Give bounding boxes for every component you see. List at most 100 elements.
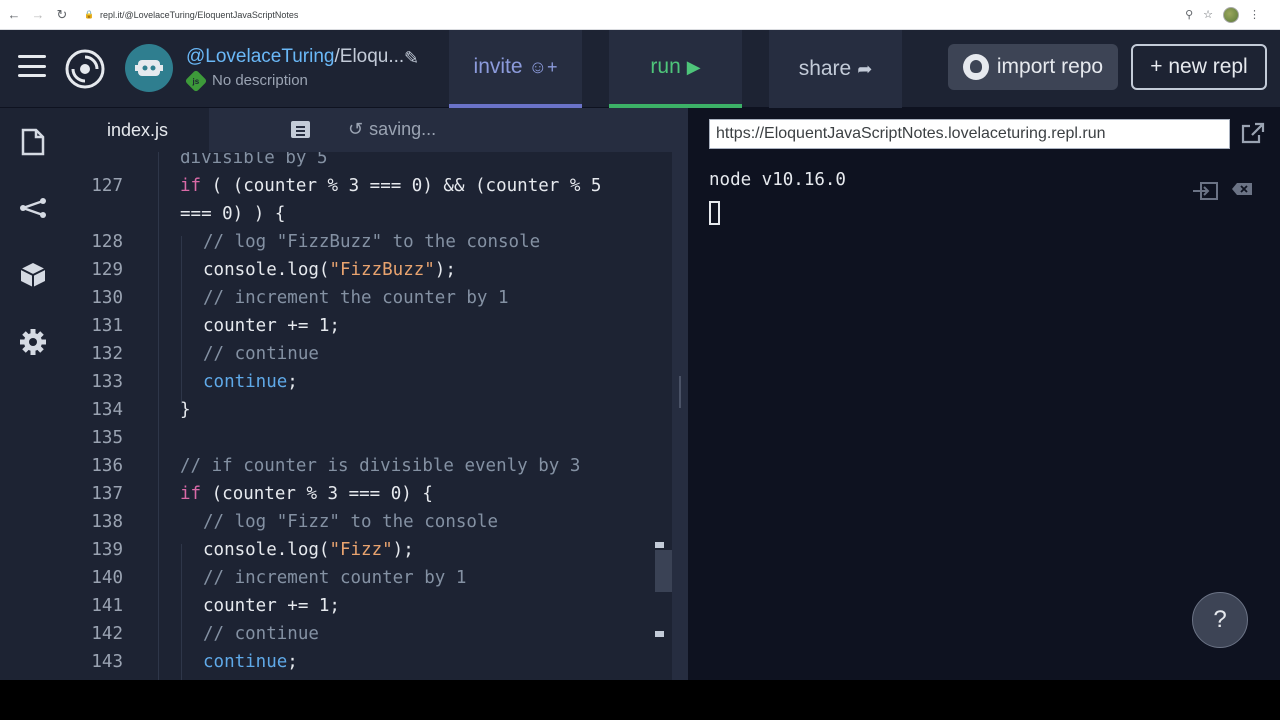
code-line: 128 // log "FizzBuzz" to the console (66, 228, 656, 256)
saving-label: saving... (369, 119, 437, 139)
code-line: 135 (66, 424, 656, 452)
sidebar (0, 108, 66, 680)
code-text: // log "FizzBuzz" to the console (203, 232, 541, 252)
line-number: 136 (91, 456, 123, 476)
code-expr: ; (287, 372, 298, 392)
clear-console-icon[interactable] (1192, 182, 1218, 200)
forward-icon[interactable]: → (28, 5, 48, 25)
code-line: 138 // log "Fizz" to the console (66, 508, 656, 536)
code-text: // increment counter by 1 (203, 568, 467, 588)
address-url: repl.it/@LovelaceTuring/EloquentJavaScri… (99, 9, 299, 20)
lock-icon: 🔒 (84, 10, 94, 19)
play-icon: ▶ (686, 56, 701, 77)
code-text: } (180, 400, 191, 420)
code-text: console.log("Fizz"); (203, 536, 414, 564)
file-tree-icon[interactable] (291, 121, 310, 138)
user-avatar[interactable] (125, 44, 173, 92)
code-text: // continue (203, 624, 319, 644)
line-number: 140 (91, 568, 123, 588)
line-number: 127 (91, 176, 123, 196)
run-label: run (650, 55, 681, 78)
invite-button[interactable]: invite ☺+ (449, 30, 582, 108)
code-line: 131 counter += 1; (66, 312, 656, 340)
hamburger-menu-icon[interactable] (18, 55, 46, 77)
code-text: === 0) ) { (180, 204, 286, 224)
editor-scrollbar-thumb[interactable] (655, 550, 673, 592)
code-expr: ( (counter % 3 === 0) && (counter % 5 (211, 176, 602, 196)
line-number: 138 (91, 512, 123, 532)
code-text: // increment the counter by 1 (203, 288, 509, 308)
files-icon[interactable] (17, 126, 49, 158)
code-line: 127 if ( (counter % 3 === 0) && (counter … (66, 172, 656, 200)
replit-logo[interactable] (64, 48, 106, 90)
line-number: 132 (91, 344, 123, 364)
console-output: node v10.16.0 (709, 170, 846, 190)
preview-url-field[interactable]: https://EloquentJavaScriptNotes.lovelace… (709, 119, 1230, 149)
address-bar[interactable]: 🔒 repl.it/@LovelaceTuring/EloquentJavaSc… (84, 10, 298, 20)
profile-avatar[interactable] (1223, 6, 1239, 23)
code-line: 130 // increment the counter by 1 (66, 284, 656, 312)
open-external-icon[interactable] (1241, 122, 1267, 146)
code-text: divisible by 5 (180, 152, 328, 168)
keyword: continue (203, 372, 288, 392)
settings-gear-icon[interactable] (17, 326, 49, 358)
code-line: 134} (66, 396, 656, 424)
line-number: 137 (91, 484, 123, 504)
line-number: 135 (91, 428, 123, 448)
menu-dots-icon[interactable]: ⋮ (1249, 8, 1260, 21)
import-repo-button[interactable]: import repo (948, 44, 1118, 90)
repl-description[interactable]: js No description (184, 69, 308, 92)
scroll-marker (655, 631, 664, 637)
repl-owner[interactable]: @LovelaceTuring (186, 46, 335, 67)
packages-icon[interactable] (17, 259, 49, 291)
repl-name: /Eloqu... (334, 46, 405, 67)
code-text: // continue (203, 344, 319, 364)
run-button[interactable]: run ▶ (609, 30, 742, 108)
string-literal: "FizzBuzz" (329, 260, 435, 280)
share-label: share (798, 57, 852, 80)
code-expr: ; (287, 652, 298, 672)
invite-label: invite (473, 55, 523, 78)
code-line: 137 if (counter % 3 === 0) { (66, 480, 656, 508)
code-line: 141 counter += 1; (66, 592, 656, 620)
line-number: 133 (91, 372, 123, 392)
back-icon[interactable]: ← (4, 5, 24, 25)
line-number: 129 (91, 260, 123, 280)
zoom-icon[interactable]: ⚲ (1185, 8, 1193, 21)
repl-title[interactable]: @LovelaceTuring/Eloqu... (186, 46, 404, 68)
edit-pencil-icon[interactable]: ✎ (404, 48, 419, 69)
reload-icon[interactable]: ↻ (52, 5, 72, 25)
code-text: // log "Fizz" to the console (203, 512, 499, 532)
resize-handle[interactable] (679, 376, 681, 408)
file-tab-index[interactable]: index.js (66, 108, 209, 152)
code-expr: ); (392, 540, 414, 560)
new-repl-button[interactable]: + new repl (1131, 44, 1267, 90)
code-expr: console.log( (203, 540, 330, 560)
code-line: 132 // continue (66, 340, 656, 368)
code-expr: (counter % 3 === 0) { (211, 484, 433, 504)
code-line: 133 continue; (66, 368, 656, 396)
editor-tab-bar: index.js ↺ saving... (66, 108, 672, 152)
letterbox-bar (0, 680, 1280, 720)
share-icon: ➦ (857, 58, 873, 79)
line-number: 141 (91, 596, 123, 616)
version-control-icon[interactable] (17, 192, 49, 224)
code-line: 142 // continue (66, 620, 656, 648)
new-repl-label: + new repl (1150, 55, 1248, 78)
code-line: 136 // if counter is divisible evenly by … (66, 452, 656, 480)
github-icon (962, 54, 989, 80)
code-text: console.log("FizzBuzz"); (203, 256, 456, 284)
share-button[interactable]: share ➦ (769, 30, 902, 108)
line-number: 128 (91, 232, 123, 252)
line-number: 142 (91, 624, 123, 644)
help-button[interactable]: ? (1192, 592, 1248, 648)
terminal-cursor (709, 201, 720, 225)
keyword: if (180, 484, 202, 504)
star-icon[interactable]: ☆ (1203, 8, 1213, 21)
code-editor[interactable]: divisible by 5 127 if ( (counter % 3 === … (66, 152, 672, 680)
backspace-icon[interactable] (1231, 182, 1253, 198)
code-expr: ); (434, 260, 456, 280)
code-line: 140 // increment counter by 1 (66, 564, 656, 592)
browser-toolbar: ← → ↻ 🔒 repl.it/@LovelaceTuring/Eloquent… (0, 0, 1280, 30)
scroll-marker (655, 542, 664, 548)
